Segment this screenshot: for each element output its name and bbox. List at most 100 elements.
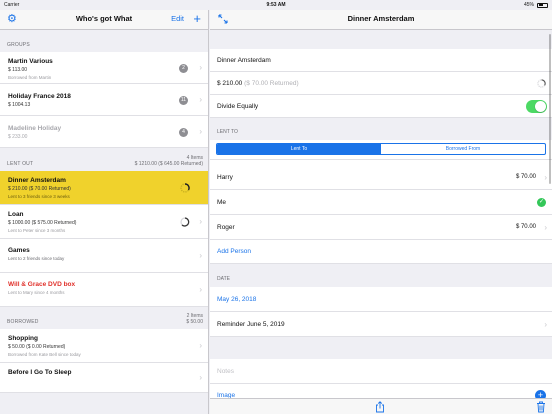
date-field[interactable]: May 26, 2018 — [210, 287, 552, 312]
amount-field[interactable]: $ 210.00 ($ 70.00 Returned) — [210, 72, 552, 95]
row-amount: $ 210.00 ($ 70.00 Returned) — [8, 186, 71, 192]
chevron-right-icon: › — [199, 126, 202, 136]
detail-nav-bar: Dinner Amsterdam — [210, 10, 552, 30]
row-amount: $ 1000.00 ($ 575.00 Returned) — [8, 220, 77, 226]
section-label: LENT OUT — [7, 161, 34, 167]
direction-segmented-control: Lent To Borrowed From — [210, 140, 552, 160]
person-amount: $ 70.00 — [515, 174, 536, 180]
chevron-right-icon: › — [199, 216, 202, 226]
row-amount: $ 1004.13 — [8, 102, 31, 108]
notes-placeholder: Notes — [217, 368, 234, 375]
notes-field[interactable]: Notes — [210, 359, 552, 384]
battery-percent: 45% — [523, 2, 534, 8]
reminder-row[interactable]: Reminder June 5, 2019 › — [210, 312, 552, 337]
group-row-madeline-holiday[interactable]: Madeline Holiday $ 233.00 4 › — [0, 116, 208, 148]
person-row-me[interactable]: Me ✓ — [210, 190, 552, 215]
row-title: Shopping — [8, 335, 38, 342]
person-row-harry[interactable]: Harry $ 70.00 › — [210, 165, 552, 190]
detail-title: Dinner Amsterdam — [347, 14, 415, 23]
row-detail: Borrowed from Kate Bell since today — [8, 352, 81, 357]
count-badge: 2 — [179, 63, 188, 73]
chevron-right-icon: › — [544, 223, 547, 232]
row-title: Martin Various — [8, 58, 53, 65]
lent-row-loan[interactable]: Loan $ 1000.00 ($ 575.00 Returned) Lent … — [0, 205, 208, 239]
row-title: Loan — [8, 211, 24, 218]
add-icon[interactable]: + — [193, 10, 201, 28]
top-spacer — [210, 30, 552, 49]
row-title: Holiday France 2018 — [8, 93, 71, 100]
row-detail: Lent to 3 friends since 3 weeks — [8, 194, 70, 199]
segment-lent-to[interactable]: Lent To — [217, 144, 381, 154]
section-summary: 4 Items $ 1210.00 ($ 645.00 Returned) — [135, 155, 203, 167]
item-name-field[interactable]: Dinner Amsterdam — [210, 49, 552, 72]
count-badge: 4 — [179, 127, 188, 137]
trash-icon[interactable] — [536, 401, 546, 413]
chevron-right-icon: › — [199, 340, 202, 350]
battery-icon — [537, 2, 548, 8]
chevron-right-icon: › — [199, 372, 202, 382]
scrollbar[interactable] — [549, 34, 551, 184]
row-title: Dinner Amsterdam — [8, 177, 66, 184]
chevron-right-icon: › — [544, 173, 547, 182]
person-name: Roger — [217, 224, 235, 231]
row-title: Madeline Holiday — [8, 125, 62, 132]
segment-borrowed-from[interactable]: Borrowed From — [381, 144, 545, 154]
row-detail: Borrowed from Martin — [8, 75, 52, 80]
section-total: $ 50.00 — [186, 319, 203, 325]
group-row-martin-various[interactable]: Martin Various $ 113.00 Borrowed from Ma… — [0, 52, 208, 84]
section-label: LENT TO — [217, 129, 238, 135]
chevron-right-icon: › — [544, 320, 547, 329]
section-label: BORROWED — [7, 319, 39, 325]
battery-indicator: 45% — [524, 0, 548, 10]
lent-row-will-grace[interactable]: Will & Grace DVD box Lent to Mary since … — [0, 273, 208, 307]
amount-returned: ($ 70.00 Returned) — [244, 80, 299, 87]
row-detail: Lent to 2 friends since today — [8, 256, 65, 261]
person-name: Harry — [217, 174, 233, 181]
chevron-right-icon: › — [199, 284, 202, 294]
status-time: 9:53 AM — [266, 2, 286, 8]
progress-ring-icon — [180, 216, 190, 227]
lent-out-section-header: LENT OUT 4 Items $ 1210.00 ($ 645.00 Ret… — [0, 148, 208, 171]
borrowed-row-shopping[interactable]: Shopping $ 50.00 ($ 0.00 Returned) Borro… — [0, 329, 208, 363]
reminder-label: Reminder June 5, 2019 — [217, 321, 285, 328]
detail-pane: Dinner Amsterdam Dinner Amsterdam $ 210.… — [210, 10, 552, 414]
row-amount: $ 113.00 — [8, 67, 28, 73]
row-title: Will & Grace DVD box — [8, 281, 76, 288]
add-person-button[interactable]: Add Person — [210, 240, 552, 264]
item-name-value: Dinner Amsterdam — [217, 57, 271, 64]
borrowed-row-before-i-go-to-sleep[interactable]: Before I Go To Sleep › — [0, 363, 208, 393]
edit-button[interactable]: Edit — [171, 14, 184, 23]
person-row-roger[interactable]: Roger $ 70.00 › — [210, 215, 552, 240]
row-detail: Lent to Mary since 4 months — [8, 290, 65, 295]
add-person-label: Add Person — [217, 248, 251, 255]
groups-section-header: GROUPS — [0, 30, 208, 52]
row-amount: $ 233.00 — [8, 134, 28, 140]
chevron-right-icon: › — [199, 94, 202, 104]
amount-value: $ 210.00 — [217, 80, 243, 87]
row-detail: Lent to Peter since 3 months — [8, 228, 66, 233]
section-label: GROUPS — [7, 42, 30, 48]
group-row-holiday-france[interactable]: Holiday France 2018 $ 1004.13 11 › — [0, 84, 208, 116]
lent-row-games[interactable]: Games Lent to 2 friends since today › — [0, 239, 208, 273]
person-amount: $ 70.00 — [515, 224, 536, 230]
checkmark-icon: ✓ — [537, 198, 546, 207]
section-total: $ 1210.00 ($ 645.00 Returned) — [134, 161, 203, 167]
section-label: DATE — [217, 276, 230, 282]
share-icon[interactable] — [375, 401, 385, 413]
count-badge: 11 — [179, 95, 188, 105]
lent-row-dinner-amsterdam[interactable]: Dinner Amsterdam $ 210.00 ($ 70.00 Retur… — [0, 171, 208, 205]
date-value: May 26, 2018 — [217, 296, 257, 303]
status-bar: Carrier 9:53 AM 45% — [0, 0, 552, 10]
chevron-right-icon: › — [199, 250, 202, 260]
divide-equally-toggle[interactable] — [526, 100, 547, 113]
chevron-right-icon: › — [199, 62, 202, 72]
divide-equally-row: Divide Equally — [210, 95, 552, 118]
progress-ring-icon — [180, 182, 190, 193]
row-title: Games — [8, 247, 30, 254]
progress-ring-icon — [537, 79, 546, 88]
borrowed-section-header: BORROWED 2 Items $ 50.00 — [0, 307, 208, 329]
divide-equally-label: Divide Equally — [217, 103, 259, 110]
row-title: Before I Go To Sleep — [8, 369, 72, 376]
notes-spacer — [210, 337, 552, 359]
person-name: Me — [217, 199, 227, 206]
